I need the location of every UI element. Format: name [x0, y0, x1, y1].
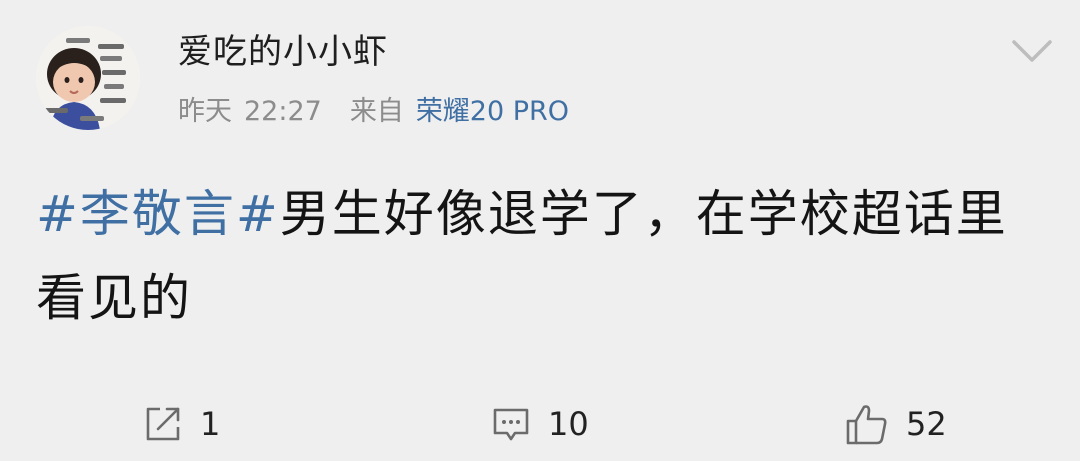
repost-icon: [142, 403, 184, 445]
like-count: 52: [906, 405, 947, 443]
source-label: 来自: [349, 96, 404, 127]
like-icon: [844, 401, 890, 447]
comment-button[interactable]: 10: [490, 394, 589, 454]
hashtag-link[interactable]: #李敬言#: [36, 185, 280, 243]
username[interactable]: 爱吃的小小虾: [178, 30, 388, 74]
chevron-down-icon[interactable]: [1010, 36, 1054, 66]
avatar-image: [36, 26, 140, 130]
repost-count: 1: [200, 405, 221, 443]
comment-icon: [490, 403, 532, 445]
avatar[interactable]: [36, 26, 140, 130]
source-device[interactable]: 荣耀20 PRO: [416, 94, 569, 130]
post-text: #李敬言#男生好像退学了，在学校超话里看见的: [36, 172, 1046, 340]
post-time: 22:27: [244, 96, 322, 127]
repost-button[interactable]: 1: [142, 394, 220, 454]
like-button[interactable]: 52: [844, 394, 947, 454]
post-meta: 昨天 22:27 来自 荣耀20 PRO: [178, 94, 569, 130]
weibo-post: 爱吃的小小虾 昨天 22:27 来自 荣耀20 PRO #李敬言#男生好像退学了，在学…: [0, 0, 1080, 461]
post-date: 昨天: [178, 96, 232, 127]
comment-count: 10: [548, 405, 589, 443]
action-bar: 1 10 52: [0, 394, 1080, 454]
